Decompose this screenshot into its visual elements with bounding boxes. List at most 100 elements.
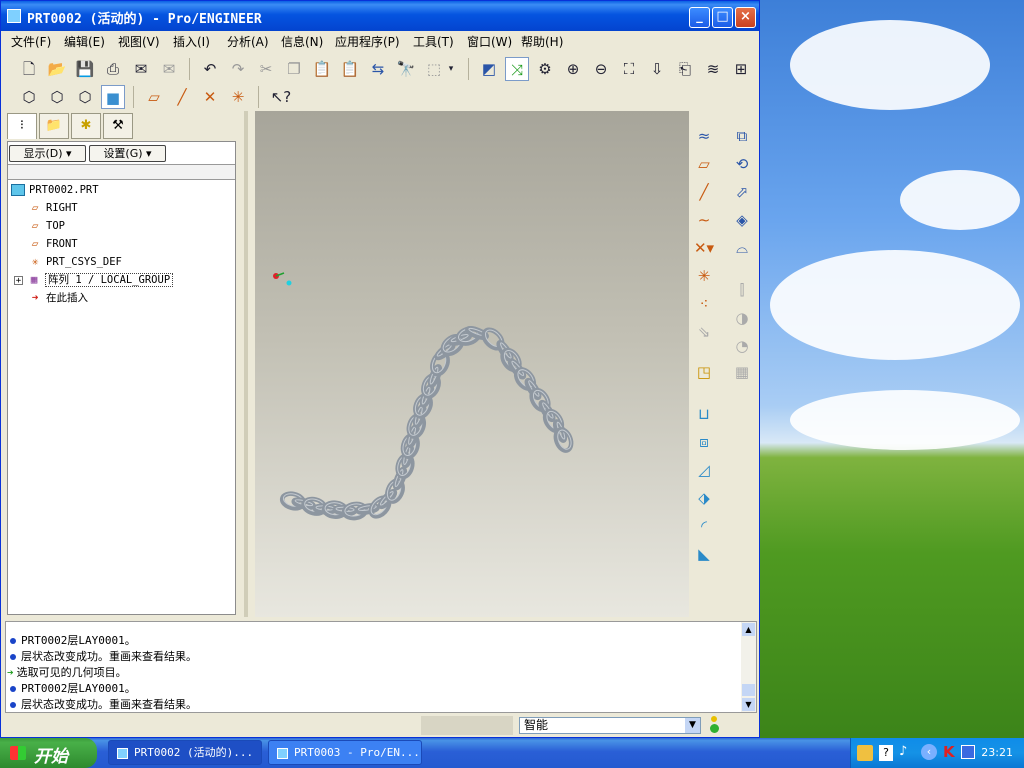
graphics-viewport[interactable] <box>255 111 689 617</box>
chevron-down-icon[interactable]: ▼ <box>685 718 700 733</box>
tree-node-top[interactable]: ▱ TOP <box>28 217 65 235</box>
panel-splitter[interactable] <box>238 111 254 617</box>
menu-tools[interactable]: 工具(T) <box>413 33 454 50</box>
tab-folder-browser[interactable]: 📁 <box>39 113 69 139</box>
message-scrollbar[interactable]: ▲ ▼ <box>741 622 756 712</box>
menu-applications[interactable]: 应用程序(P) <box>335 33 400 50</box>
reorient-icon[interactable]: ⇩ <box>645 57 669 81</box>
tab-connections[interactable]: ⚒ <box>103 113 133 139</box>
scroll-up-icon[interactable]: ▲ <box>742 623 755 636</box>
scroll-down-icon[interactable]: ▼ <box>742 698 755 711</box>
minimize-button[interactable]: _ <box>689 7 710 28</box>
view-manager-icon[interactable]: ⊞ <box>729 57 753 81</box>
datum-axis-display-icon[interactable]: ╱ <box>170 85 194 109</box>
datum-axis-tool-icon[interactable]: ╱ <box>691 179 717 205</box>
tree-node-right[interactable]: ▱ RIGHT <box>28 199 78 217</box>
network-icon[interactable] <box>961 745 975 759</box>
spin-center-icon[interactable]: ⤨ <box>505 57 529 81</box>
shell-icon[interactable]: ⧈ <box>691 429 717 455</box>
chamfer-icon[interactable]: ◣ <box>691 541 717 567</box>
menu-file[interactable]: 文件(F) <box>11 33 51 50</box>
hole-icon[interactable]: ⊔ <box>691 401 717 427</box>
task-button-prt0003[interactable]: PRT0003 - Pro/EN... <box>268 740 422 765</box>
menu-view[interactable]: 视图(V) <box>118 33 160 50</box>
tree-node-csys[interactable]: ✳ PRT_CSYS_DEF <box>28 253 122 271</box>
menu-window[interactable]: 窗口(W) <box>467 33 512 50</box>
tree-node-pattern[interactable]: + ▦ 阵列 1 / LOCAL_GROUP <box>14 271 174 289</box>
style-icon[interactable]: ⌓ <box>729 235 755 261</box>
paste-special-icon[interactable]: 📋 <box>338 57 362 81</box>
redo-icon[interactable]: ↷ <box>226 57 250 81</box>
analysis-feature-icon[interactable]: ⁖ <box>691 291 717 317</box>
find-icon[interactable]: 🔭 <box>394 57 418 81</box>
draft-icon[interactable]: ⬗ <box>691 485 717 511</box>
datum-plane-display-icon[interactable]: ▱ <box>142 85 166 109</box>
send-mail-icon[interactable]: ✉ <box>129 57 153 81</box>
no-hidden-icon[interactable]: ⬡ <box>73 85 97 109</box>
datum-point-display-icon[interactable]: ✕ <box>198 85 222 109</box>
tab-favorites[interactable]: ✱ <box>71 113 101 139</box>
variable-sweep-icon[interactable]: ⬀ <box>729 179 755 205</box>
send-link-icon[interactable]: ✉ <box>157 57 181 81</box>
start-button[interactable]: 开始 <box>0 738 97 768</box>
close-button[interactable]: × <box>735 7 756 28</box>
csys-display-icon[interactable]: ✳ <box>226 85 250 109</box>
hidden-line-icon[interactable]: ⬡ <box>45 85 69 109</box>
trim-icon[interactable]: ◔ <box>729 333 755 359</box>
new-file-icon[interactable]: 🗋 <box>17 57 41 81</box>
tree-node-part[interactable]: PRT0002.PRT <box>11 181 99 199</box>
selection-filter-select[interactable]: 智能 ▼ <box>519 717 701 734</box>
scroll-thumb[interactable] <box>742 684 755 696</box>
help-icon[interactable]: ? <box>879 745 893 761</box>
antivirus-icon[interactable]: K <box>943 743 955 761</box>
pattern-tool-icon[interactable]: ▦ <box>729 359 755 385</box>
menu-analysis[interactable]: 分析(A) <box>227 33 269 50</box>
regenerate-icon[interactable]: ⇆ <box>366 57 390 81</box>
task-button-prt0002[interactable]: PRT0002 (活动的)... <box>108 740 262 765</box>
merge-icon[interactable]: ◑ <box>729 305 755 331</box>
save-icon[interactable]: 💾 <box>73 57 97 81</box>
expand-plus-icon[interactable]: + <box>14 275 23 285</box>
menu-help[interactable]: 帮助(H) <box>521 33 563 50</box>
open-folder-icon[interactable]: 📂 <box>45 57 69 81</box>
layers-icon[interactable]: ≋ <box>701 57 725 81</box>
volume-icon[interactable]: ♪ <box>899 744 907 759</box>
revolve-icon[interactable]: ⟲ <box>729 151 755 177</box>
tree-node-insert-here[interactable]: ➜ 在此插入 <box>28 289 88 307</box>
extrude-icon[interactable]: ⧉ <box>729 123 755 149</box>
datum-point-tool-icon[interactable]: ✕▾ <box>691 235 717 261</box>
show-dropdown-button[interactable]: 显示(D) ▾ <box>9 145 86 162</box>
print-icon[interactable]: ⎙ <box>101 57 125 81</box>
shading-icon[interactable]: ■ <box>101 85 125 109</box>
mirror-icon[interactable]: ⫿ <box>729 277 755 303</box>
undo-icon[interactable]: ↶ <box>198 57 222 81</box>
annotation-icon[interactable]: ◳ <box>691 359 717 385</box>
tray-expand-icon[interactable]: ‹ <box>921 744 937 760</box>
orient-mode-icon[interactable]: ⚙ <box>533 57 557 81</box>
saved-views-icon[interactable]: ⎗ <box>673 57 697 81</box>
menu-insert[interactable]: 插入(I) <box>173 33 210 50</box>
datum-curve-tool-icon[interactable]: ∼ <box>691 207 717 233</box>
menu-info[interactable]: 信息(N) <box>281 33 323 50</box>
tab-model-tree[interactable]: ⁝ <box>7 113 37 139</box>
sketch-datum-curve-icon[interactable]: ≈ <box>691 123 717 149</box>
context-help-icon[interactable]: ↖? <box>269 85 293 109</box>
round-icon[interactable]: ◜ <box>691 513 717 539</box>
tree-node-front[interactable]: ▱ FRONT <box>28 235 78 253</box>
zoom-in-icon[interactable]: ⊕ <box>561 57 585 81</box>
paste-icon[interactable]: 📋 <box>310 57 334 81</box>
select-box-icon[interactable]: ⬚ <box>422 57 446 81</box>
wrap-icon[interactable]: ⇘ <box>691 319 717 345</box>
language-icon[interactable] <box>857 745 873 761</box>
datum-plane-tool-icon[interactable]: ▱ <box>691 151 717 177</box>
refit-icon[interactable]: ⛶ <box>617 57 641 81</box>
menu-edit[interactable]: 编辑(E) <box>64 33 105 50</box>
csys-tool-icon[interactable]: ✳ <box>691 263 717 289</box>
copy-icon[interactable]: ❐ <box>282 57 306 81</box>
repaint-icon[interactable]: ◩ <box>477 57 501 81</box>
chevron-down-icon[interactable]: ▾ <box>445 57 457 81</box>
boundary-blend-icon[interactable]: ◈ <box>729 207 755 233</box>
maximize-button[interactable]: □ <box>712 7 733 28</box>
title-bar[interactable]: PRT0002 (活动的) - Pro/ENGINEER _ □ × <box>1 1 759 31</box>
rib-icon[interactable]: ◿ <box>691 457 717 483</box>
